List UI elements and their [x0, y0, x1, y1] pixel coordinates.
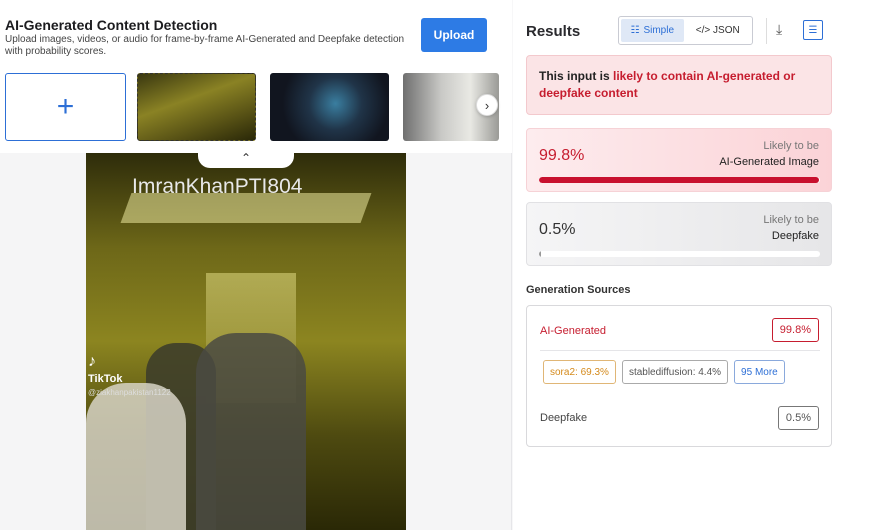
tiktok-handle: @ziakhanpakistan1122	[88, 388, 171, 397]
chevron-up-icon: ⌃	[240, 151, 252, 165]
deepfake-label: Deepfake	[540, 412, 588, 424]
download-icon[interactable]: ⤓	[776, 21, 782, 38]
score-progress-bar	[539, 177, 820, 183]
upload-button[interactable]: Upload	[421, 18, 487, 52]
preview-figure	[196, 333, 306, 530]
page-title: AI-Generated Content Detection	[5, 17, 218, 33]
detection-alert: This input is likely to contain AI-gener…	[526, 55, 832, 115]
score-category-label: AI-Generated Image	[719, 156, 819, 168]
media-preview: ImranKhanPTI804 ♪ TikTok @ziakhanpakista…	[86, 153, 406, 530]
score-card-ai-generated: 99.8% Likely to be AI-Generated Image	[526, 128, 832, 192]
generation-sources-title: Generation Sources	[526, 284, 631, 296]
score-progress-fill	[539, 251, 542, 257]
deepfake-score-badge: 0.5%	[777, 406, 819, 430]
tiktok-badge: ♪ TikTok @ziakhanpakistan1122	[88, 353, 171, 397]
more-sources-button[interactable]: 95 More	[734, 360, 785, 384]
score-progress-bar	[539, 251, 820, 257]
alert-prefix: This input is	[539, 69, 613, 83]
page-subtitle: Upload images, videos, or audio for fram…	[5, 34, 405, 57]
score-likely-label: Likely to be	[763, 214, 819, 226]
results-title: Results	[526, 23, 581, 40]
media-thumbnail-selected[interactable]	[137, 73, 256, 141]
score-category-label: Deepfake	[771, 230, 819, 242]
score-value: 0.5%	[539, 221, 576, 238]
source-chip-sora[interactable]: sora2: 69.3%	[543, 360, 616, 384]
ai-generated-label: AI-Generated	[540, 325, 607, 337]
upload-panel: AI-Generated Content Detection Upload im…	[0, 0, 512, 530]
view-toggle: ☷ Simple </> JSON	[618, 16, 753, 45]
add-media-button[interactable]: +	[5, 73, 126, 141]
collapse-gallery-button[interactable]: ⌃	[198, 148, 294, 168]
gallery-next-button[interactable]: ›	[476, 94, 498, 116]
ai-generated-score-badge: 99.8%	[771, 318, 819, 342]
list-view-icon[interactable]: ☰	[803, 20, 823, 40]
plus-icon: +	[56, 90, 75, 123]
sources-divider	[540, 350, 820, 351]
toggle-simple-button[interactable]: ☷ Simple	[621, 19, 684, 42]
score-value: 99.8%	[539, 147, 585, 164]
score-card-deepfake: 0.5% Likely to be Deepfake	[526, 202, 832, 266]
score-likely-label: Likely to be	[763, 140, 819, 152]
source-chips: sora2: 69.3% stablediffusion: 4.4% 95 Mo…	[543, 360, 785, 384]
video-watermark: ImranKhanPTI804	[132, 175, 303, 198]
source-chip-stablediffusion[interactable]: stablediffusion: 4.4%	[621, 360, 729, 384]
chevron-right-icon: ›	[484, 97, 490, 113]
toggle-simple-label: Simple	[643, 25, 675, 36]
upload-header-card: AI-Generated Content Detection Upload im…	[0, 0, 512, 153]
tiktok-logo-icon: ♪	[88, 353, 96, 370]
simple-view-icon: ☷	[630, 25, 640, 36]
preview-figure	[86, 383, 186, 530]
toolbar-divider	[766, 18, 767, 44]
tiktok-name: TikTok	[88, 373, 123, 385]
toggle-json-button[interactable]: </> JSON	[686, 19, 750, 42]
generation-sources-card: AI-Generated 99.8% sora2: 69.3% stabledi…	[526, 305, 832, 447]
media-thumbnail[interactable]	[270, 73, 389, 141]
score-progress-fill	[539, 177, 820, 183]
results-panel: Results ☷ Simple </> JSON ⤓ ☰ This input…	[513, 0, 882, 530]
